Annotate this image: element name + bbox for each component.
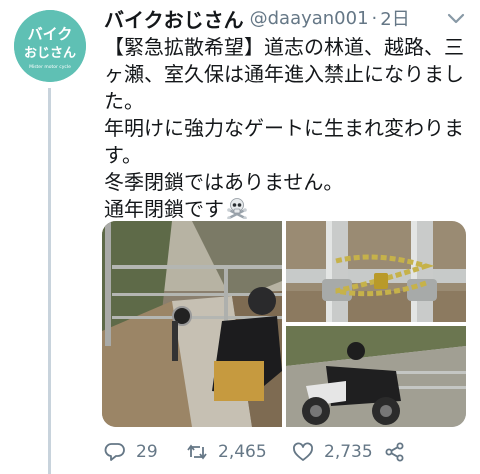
tweet-line: 冬季閉鎖ではありません。 (104, 170, 344, 194)
thread-line (48, 88, 51, 474)
tweet-line: す。 (104, 143, 142, 167)
timestamp[interactable]: 2日 (380, 5, 409, 31)
photo-chained-gate[interactable] (286, 221, 466, 322)
avatar-column: バイク おじさん Mister motor cycle (14, 10, 86, 474)
forest-gate-motorcycle-photo (102, 221, 282, 427)
tweet-header: バイクおじさん @daayan001 · 2日 (104, 4, 466, 32)
user-handle[interactable]: @daayan001 (250, 8, 369, 29)
display-name[interactable]: バイクおじさん (104, 4, 244, 33)
tweet-text: 【緊急拡散希望】道志の林道、越路、三 ヶ瀬、室久保は通年進入禁止になりまし た。… (104, 34, 470, 223)
chained-gate-closeup-photo (286, 221, 466, 322)
reply-button[interactable]: 29 (104, 440, 158, 464)
retweet-icon (187, 444, 207, 460)
chevron-down-icon[interactable] (444, 10, 468, 28)
tweet-line: た。 (104, 89, 144, 113)
share-icon (385, 442, 404, 462)
retweet-count: 2,465 (218, 442, 267, 462)
avatar-text-line2: おじさん (24, 46, 76, 61)
reply-count: 29 (136, 442, 158, 462)
motorcycle-at-gate-photo (286, 326, 466, 427)
skull-crossbones-icon (227, 198, 247, 219)
tweet-line: 【緊急拡散希望】道志の林道、越路、三 (104, 35, 464, 59)
photo-forest-gate[interactable] (102, 221, 282, 427)
tweet-line: ヶ瀬、室久保は通年進入禁止になりまし (104, 62, 464, 86)
media-grid (102, 221, 466, 427)
avatar-text-line1: バイク (28, 25, 73, 43)
tweet-line-last: 通年閉鎖です (104, 196, 470, 223)
avatar-subtext: Mister motor cycle (29, 64, 71, 70)
avatar-logo: バイク おじさん Mister motor cycle (14, 10, 86, 82)
like-button[interactable]: 2,735 (292, 440, 373, 464)
heart-icon (293, 442, 313, 461)
separator-dot: · (371, 7, 378, 29)
tweet-actions: 29 2,465 2,735 (104, 440, 464, 464)
like-count: 2,735 (324, 442, 373, 462)
tweet-line: 年明けに強力なゲートに生まれ変わりま (104, 116, 464, 140)
photo-motorcycle-gate[interactable] (286, 326, 466, 427)
retweet-button[interactable]: 2,465 (186, 440, 267, 464)
tweet-line: 通年閉鎖です (104, 197, 224, 221)
avatar[interactable]: バイク おじさん Mister motor cycle (14, 10, 86, 82)
reply-icon (104, 443, 125, 461)
share-button[interactable] (384, 440, 406, 464)
